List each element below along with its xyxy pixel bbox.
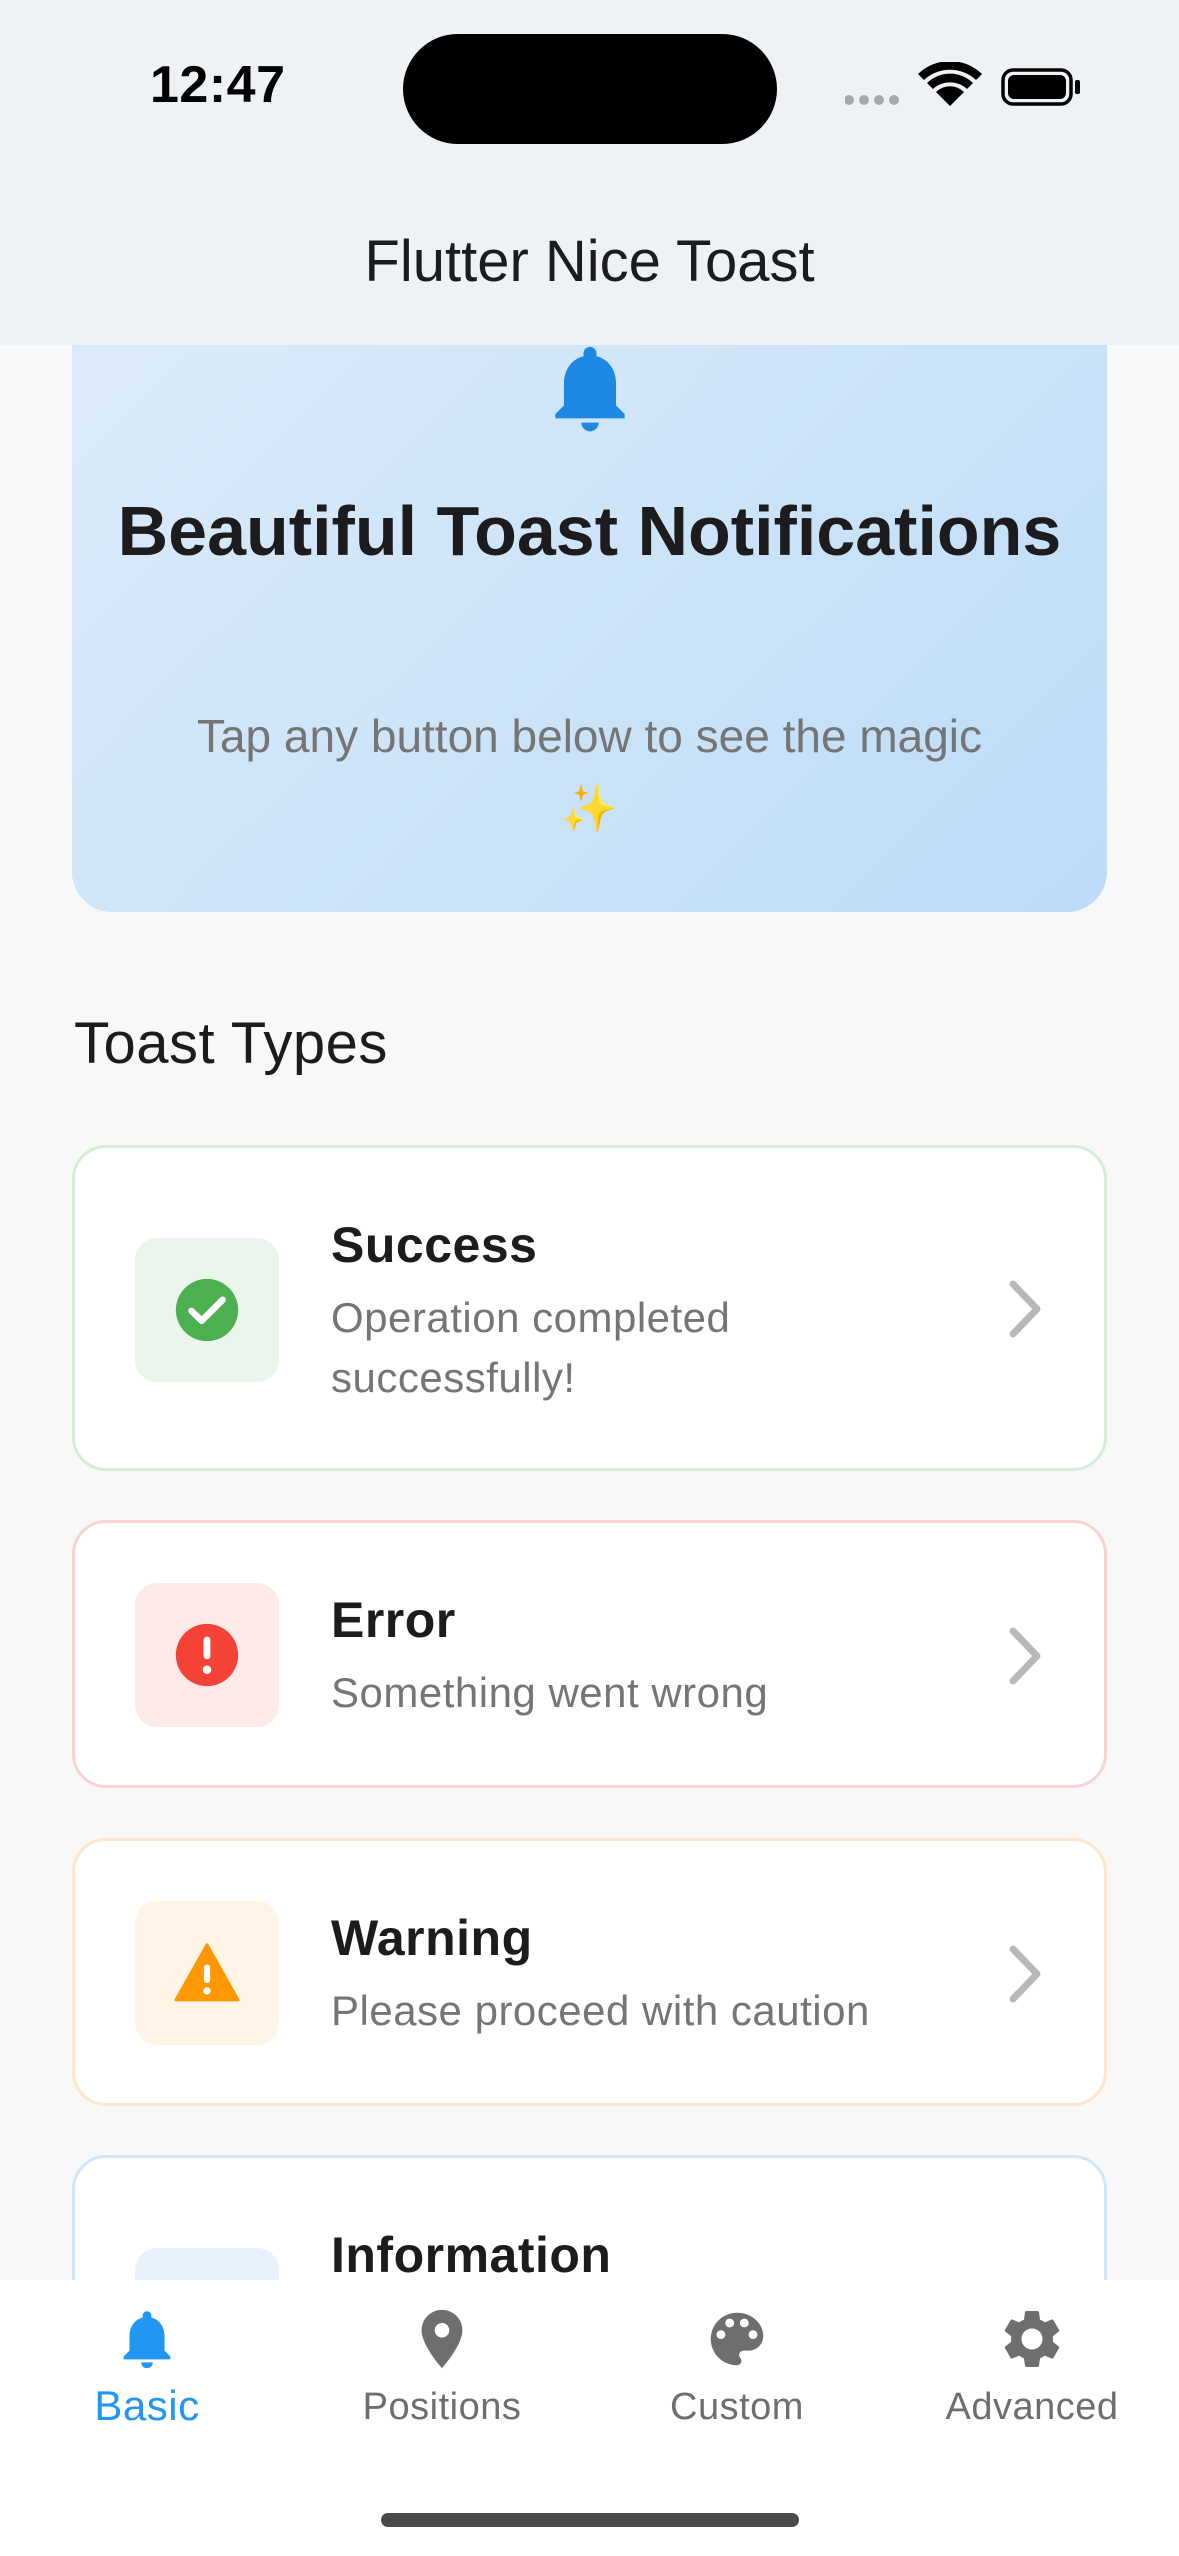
nav-label: Custom bbox=[670, 2386, 804, 2428]
toast-card-warning[interactable]: Warning Please proceed with caution bbox=[72, 1838, 1107, 2106]
nav-item-positions[interactable]: Positions bbox=[312, 2304, 572, 2454]
status-time: 12:47 bbox=[150, 56, 286, 114]
nav-label: Positions bbox=[362, 2386, 522, 2428]
toast-title: Error bbox=[331, 1592, 456, 1648]
cellular-signal-icon bbox=[845, 95, 899, 105]
toast-card-success[interactable]: Success Operation completed successfully… bbox=[72, 1145, 1107, 1471]
hero-title: Beautiful Toast Notifications bbox=[117, 492, 1062, 570]
toast-title: Information bbox=[331, 2227, 612, 2283]
check-circle-icon bbox=[175, 1278, 239, 1342]
battery-icon bbox=[1001, 68, 1080, 106]
warning-triangle-icon bbox=[174, 1943, 240, 2002]
chevron-right-icon bbox=[1009, 1627, 1041, 1685]
nav-label: Advanced bbox=[945, 2386, 1119, 2428]
bell-icon bbox=[555, 346, 625, 432]
bell-icon bbox=[123, 2311, 171, 2369]
nav-item-basic[interactable]: Basic bbox=[17, 2304, 277, 2454]
toast-description: Something went wrong bbox=[331, 1669, 769, 1716]
toast-card-error[interactable]: Error Something went wrong bbox=[72, 1520, 1107, 1788]
warning-icon-box bbox=[135, 1901, 279, 2045]
toast-title: Success bbox=[331, 1217, 538, 1273]
app-header: 12:47 Flutter Nice Toast bbox=[0, 0, 1179, 345]
nav-item-custom[interactable]: Custom bbox=[607, 2304, 867, 2454]
status-icons bbox=[845, 62, 1080, 106]
home-indicator bbox=[381, 2513, 799, 2527]
section-title: Toast Types bbox=[74, 1011, 388, 1076]
nav-label: Basic bbox=[94, 2382, 200, 2429]
error-circle-icon bbox=[175, 1623, 239, 1687]
location-pin-icon bbox=[421, 2309, 463, 2369]
toast-title: Warning bbox=[331, 1910, 533, 1966]
success-icon-box bbox=[135, 1238, 279, 1382]
nav-item-advanced[interactable]: Advanced bbox=[902, 2304, 1162, 2454]
error-icon-box bbox=[135, 1583, 279, 1727]
chevron-right-icon bbox=[1009, 1945, 1041, 2003]
hero-subtitle: Tap any button below to see the magic ✨ bbox=[196, 710, 983, 834]
chevron-right-icon bbox=[1009, 1280, 1041, 1338]
palette-icon bbox=[710, 2312, 764, 2366]
toast-description: Operation completed successfully! bbox=[331, 1294, 731, 1401]
dynamic-island bbox=[403, 34, 777, 144]
page-title: Flutter Nice Toast bbox=[364, 229, 815, 294]
gear-icon bbox=[1004, 2311, 1060, 2367]
toast-description: Please proceed with caution bbox=[331, 1987, 870, 2034]
wifi-icon bbox=[918, 62, 982, 106]
hero-banner: Beautiful Toast Notifications Tap any bu… bbox=[72, 300, 1107, 912]
